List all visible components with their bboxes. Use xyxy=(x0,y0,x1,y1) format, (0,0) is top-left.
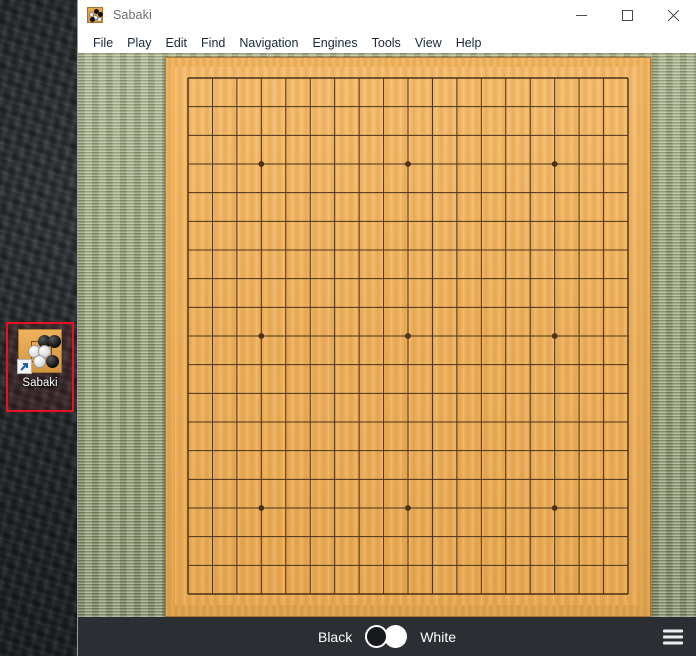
menu-item-view[interactable]: View xyxy=(408,34,449,52)
menu-item-find[interactable]: Find xyxy=(194,34,232,52)
black-player-label: Black xyxy=(317,628,353,645)
go-board[interactable] xyxy=(165,57,651,617)
menubar: File Play Edit Find Navigation Engines T… xyxy=(78,31,696,54)
hamburger-menu-icon[interactable] xyxy=(663,629,683,644)
player-color-toggle[interactable] xyxy=(365,625,408,648)
menu-item-engines[interactable]: Engines xyxy=(305,34,364,52)
window-titlebar[interactable]: Sabaki xyxy=(78,0,696,31)
minimize-button[interactable] xyxy=(558,0,604,30)
player-toggle-group: Black White xyxy=(318,625,456,648)
sabaki-window: Sabaki File Play Edit Find Navigation En… xyxy=(78,0,696,656)
board-area xyxy=(78,53,696,617)
desktop-icon-label: Sabaki xyxy=(22,377,58,389)
desktop-icon-sabaki[interactable]: Sabaki xyxy=(6,322,74,412)
menu-item-help[interactable]: Help xyxy=(449,34,489,52)
close-button[interactable] xyxy=(650,0,696,30)
sabaki-go-board-icon xyxy=(87,7,103,23)
menu-item-navigation[interactable]: Navigation xyxy=(232,34,305,52)
bottom-toolbar: Black White xyxy=(78,617,696,656)
window-controls xyxy=(558,0,696,30)
toggle-black-circle xyxy=(365,625,389,648)
menu-item-edit[interactable]: Edit xyxy=(158,34,194,52)
white-player-label: White xyxy=(420,628,457,645)
go-board-surface[interactable] xyxy=(175,67,641,605)
menu-item-tools[interactable]: Tools xyxy=(365,34,408,52)
menu-item-file[interactable]: File xyxy=(86,34,120,52)
shortcut-arrow-icon xyxy=(17,359,32,374)
window-title: Sabaki xyxy=(113,8,152,22)
go-board-grid xyxy=(175,67,641,605)
go-board-stones-icon xyxy=(17,329,62,374)
menu-item-play[interactable]: Play xyxy=(120,34,158,52)
maximize-button[interactable] xyxy=(604,0,650,30)
